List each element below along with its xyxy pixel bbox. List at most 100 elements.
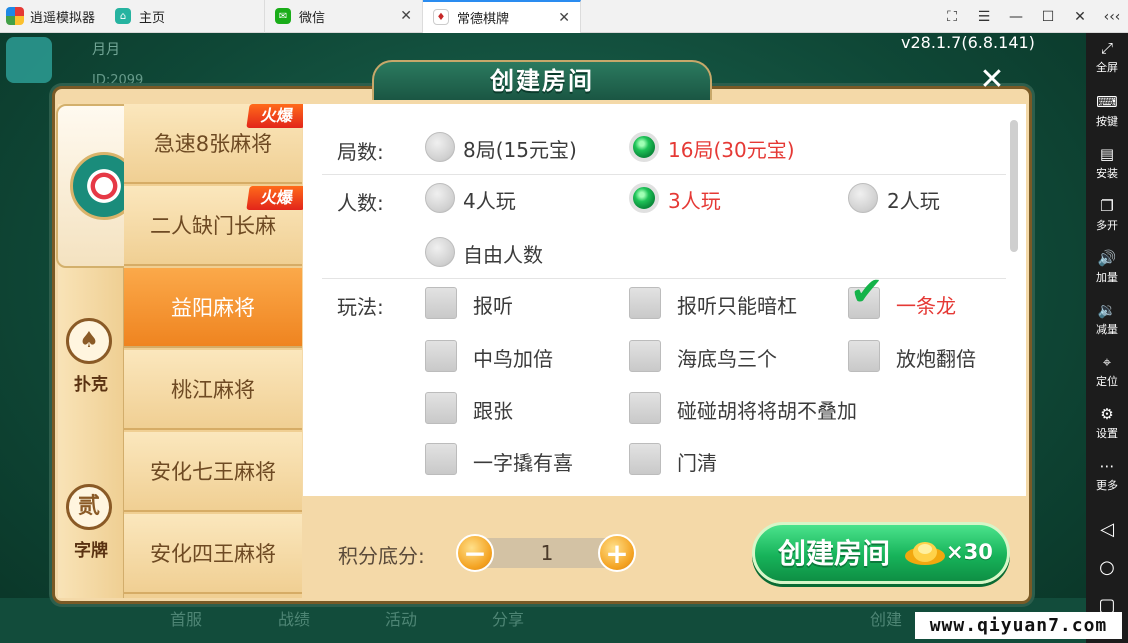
rule-label[interactable]: 门清 [677, 447, 717, 476]
close-tab-wechat-icon[interactable]: ✕ [400, 8, 412, 24]
scrollbar[interactable] [1010, 120, 1018, 252]
volume-up-button[interactable]: 🔊 加量 [1086, 249, 1128, 285]
rule-checkbox[interactable] [629, 287, 661, 319]
rule-checkbox[interactable] [629, 392, 661, 424]
game-item-label: 安化四王麻将 [150, 542, 276, 566]
game-app-icon: ♦ [433, 9, 450, 25]
players-4-radio[interactable] [425, 183, 455, 213]
check-mark-icon: ✔ [850, 269, 884, 315]
nav-home-button[interactable]: ○ [1086, 557, 1128, 578]
players-3-label[interactable]: 3人玩 [668, 185, 721, 214]
game-item-label: 急速8张麻将 [153, 132, 273, 156]
location-icon: ⌖ [1102, 353, 1112, 371]
game-item[interactable]: 安化四王麻将 [124, 514, 302, 594]
players-2-label[interactable]: 2人玩 [887, 185, 940, 214]
bottom-menu-item[interactable]: 首服 [170, 606, 202, 630]
toolbar-label: 按键 [1096, 115, 1118, 128]
rule-label[interactable]: 中鸟加倍 [473, 343, 553, 372]
bottom-menu-item[interactable]: 活动 [385, 606, 417, 630]
toolbar-label: 定位 [1096, 375, 1118, 388]
rule-checkbox[interactable] [629, 340, 661, 372]
spade-icon[interactable]: ♠ [66, 318, 112, 364]
rule-label[interactable]: 一条龙 [896, 290, 956, 319]
screenshot-icon[interactable]: ⛶ [936, 9, 968, 25]
tab-game[interactable]: ♦ 常德棋牌 ✕ [423, 0, 582, 33]
game-item[interactable]: 安化七王麻将 [124, 432, 302, 512]
app-brand: 逍遥模拟器 [0, 0, 105, 33]
rule-checkbox[interactable] [425, 287, 457, 319]
rounds-16-radio[interactable] [629, 132, 659, 162]
install-apk-button[interactable]: ▤ 安装 [1086, 145, 1128, 181]
tab-home[interactable]: ⌂ 主页 [105, 0, 266, 33]
zipai-icon[interactable]: 贰 [66, 484, 112, 530]
rules-label: 玩法: [337, 295, 384, 319]
home-icon: ⌂ [115, 8, 132, 24]
players-4-label[interactable]: 4人玩 [463, 185, 516, 214]
rule-checkbox[interactable] [629, 443, 661, 475]
rule-label[interactable]: 报听只能暗杠 [677, 290, 797, 319]
bottom-menu-item[interactable]: 分享 [492, 606, 524, 630]
category-poker-label[interactable]: 扑克 [58, 370, 124, 395]
minus-icon[interactable]: − [456, 534, 494, 572]
volume-down-button[interactable]: 🔉 减量 [1086, 301, 1128, 337]
category-zipai-label[interactable]: 字牌 [58, 536, 124, 561]
rule-label[interactable]: 跟张 [473, 395, 513, 424]
minimize-icon[interactable]: — [1000, 9, 1032, 25]
game-item[interactable]: 桃江麻将 [124, 350, 302, 430]
bottom-menu-item[interactable]: 战绩 [278, 606, 310, 630]
rule-label[interactable]: 海底鸟三个 [677, 343, 777, 372]
divider [322, 174, 1006, 175]
rounds-8-radio[interactable] [425, 132, 455, 162]
collapse-sidebar-icon[interactable]: ‹‹‹ [1096, 9, 1128, 25]
plus-icon[interactable]: + [598, 534, 636, 572]
rule-label[interactable]: 碰碰胡将将胡不叠加 [677, 395, 857, 424]
site-watermark: www.qiyuan7.com [915, 612, 1122, 639]
rule-checkbox[interactable] [425, 340, 457, 372]
fullscreen-icon: ⤢ [1100, 39, 1113, 57]
volume-down-icon: 🔉 [1097, 301, 1117, 319]
keymap-button[interactable]: ⌨ 按键 [1086, 93, 1128, 129]
nav-back-button[interactable]: ◁ [1086, 519, 1128, 540]
create-room-button-label[interactable]: 创建房间 [778, 532, 890, 572]
apk-icon: ▤ [1099, 145, 1115, 163]
rounds-8-label[interactable]: 8局(15元宝) [463, 134, 577, 163]
player-name: 月月 [92, 42, 120, 58]
back-icon: ◁ [1100, 519, 1114, 540]
menu-icon[interactable]: ☰ [968, 9, 1000, 25]
rule-checkbox[interactable] [848, 340, 880, 372]
rule-label[interactable]: 一字撬有喜 [473, 447, 573, 476]
players-2-radio[interactable] [848, 183, 878, 213]
rounds-16-label[interactable]: 16局(30元宝) [668, 134, 795, 163]
toolbar-label: 减量 [1096, 323, 1118, 336]
emulator-toolbar: ⤢ 全屏 ⌨ 按键 ▤ 安装 ❐ 多开 🔊 加量 🔉 减量 ⌖ 定位 ⚙ 设置 ⋯ 更多 ◁ ○ … [1086, 33, 1128, 643]
dialog-close-icon[interactable]: ✕ [976, 64, 1008, 96]
gold-ingot-icon [905, 542, 945, 565]
player-avatar[interactable] [6, 37, 52, 83]
players-free-label[interactable]: 自由人数 [463, 239, 543, 268]
rule-checkbox[interactable] [425, 443, 457, 475]
game-item-label: 益阳麻将 [171, 296, 255, 320]
players-free-radio[interactable] [425, 237, 455, 267]
more-button[interactable]: ⋯ 更多 [1086, 457, 1128, 493]
location-button[interactable]: ⌖ 定位 [1086, 353, 1128, 389]
game-item[interactable]: 急速8张麻将 火爆 [124, 104, 308, 184]
fullscreen-button[interactable]: ⤢ 全屏 [1086, 39, 1128, 75]
maximize-icon[interactable]: ☐ [1032, 9, 1064, 25]
rounds-label: 局数: [337, 140, 384, 164]
close-tab-game-icon[interactable]: ✕ [558, 10, 570, 26]
toolbar-label: 更多 [1096, 479, 1118, 492]
settings-button[interactable]: ⚙ 设置 [1086, 405, 1128, 441]
players-3-radio[interactable] [629, 183, 659, 213]
close-window-icon[interactable]: ✕ [1064, 9, 1096, 25]
rule-label[interactable]: 报听 [473, 290, 513, 319]
rule-label[interactable]: 放炮翻倍 [896, 343, 976, 372]
tab-wechat-label: 微信 [299, 10, 326, 26]
bottom-menu-item[interactable]: 创建 [870, 606, 902, 630]
game-item-active[interactable]: 益阳麻将 [124, 268, 302, 348]
rule-checkbox[interactable] [425, 392, 457, 424]
game-item[interactable]: 二人缺门长麻 火爆 [124, 186, 308, 266]
players-label: 人数: [337, 191, 384, 215]
tab-home-label: 主页 [139, 10, 166, 26]
tab-wechat[interactable]: ✉ 微信 ✕ [265, 0, 424, 33]
multi-instance-button[interactable]: ❐ 多开 [1086, 197, 1128, 233]
